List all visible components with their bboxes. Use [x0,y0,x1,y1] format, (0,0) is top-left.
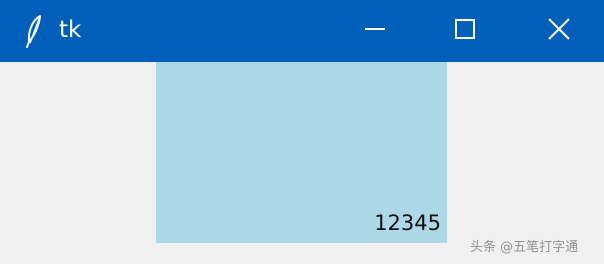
tk-window: tk 12345 头条 @五笔打字通 [0,0,604,264]
maximize-icon [455,19,475,43]
close-icon [548,18,570,44]
label-widget: 12345 [156,62,447,243]
tk-feather-icon [25,14,45,48]
close-button[interactable] [514,0,604,62]
minimize-button[interactable] [330,0,420,62]
title-bar[interactable]: tk [0,0,604,62]
minimize-icon [365,19,385,43]
maximize-button[interactable] [420,0,510,62]
window-title: tk [59,17,82,43]
watermark-text: 头条 @五笔打字通 [470,240,579,255]
client-area: 12345 [0,62,604,264]
label-text: 12345 [374,211,441,235]
